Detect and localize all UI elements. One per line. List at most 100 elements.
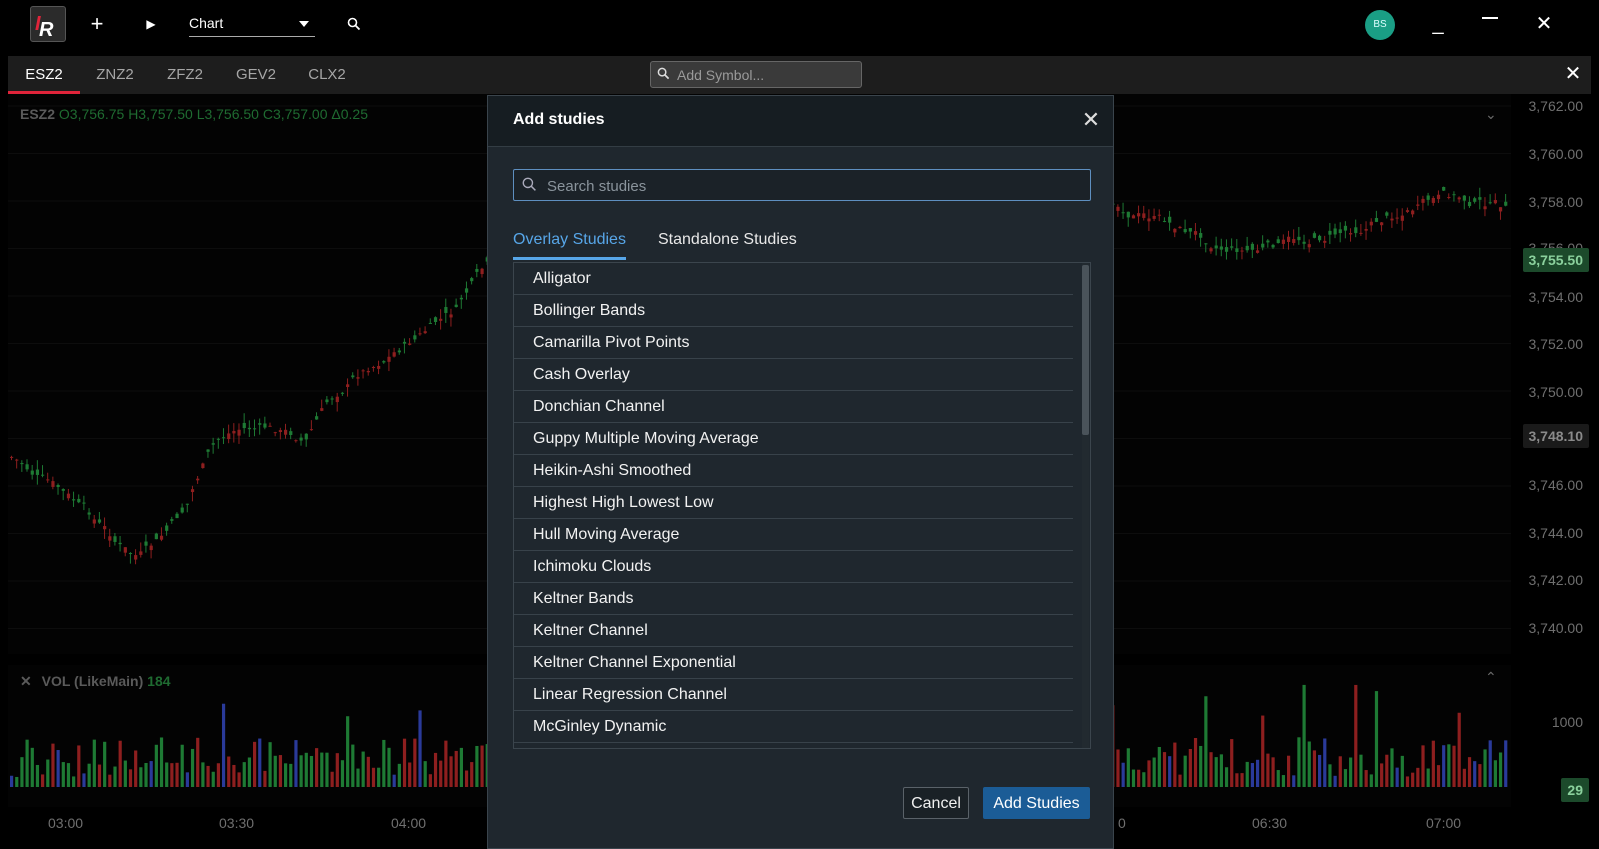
scrollbar-thumb[interactable] xyxy=(1082,265,1089,435)
volume-bar xyxy=(444,740,448,787)
candle-body xyxy=(232,430,236,434)
study-item[interactable]: Camarilla Pivot Points xyxy=(514,327,1073,359)
candle-body xyxy=(227,433,231,440)
study-item[interactable]: Alligator xyxy=(514,263,1073,295)
tab-znz2[interactable]: ZNZ2 xyxy=(80,56,150,94)
candle-body xyxy=(1467,201,1472,207)
candle-body xyxy=(278,430,283,433)
candle-body xyxy=(289,431,293,436)
volume-bar xyxy=(1168,756,1172,787)
minimize-button[interactable]: _ xyxy=(1421,8,1455,40)
cancel-button[interactable]: Cancel xyxy=(903,787,969,819)
candle-body xyxy=(1137,213,1141,217)
study-item[interactable]: McGinley Dynamic xyxy=(514,711,1073,743)
close-icon[interactable]: ✕ xyxy=(20,673,32,689)
studies-list[interactable]: Alligator Bollinger Bands Camarilla Pivo… xyxy=(513,262,1091,749)
study-item[interactable]: Keltner Bands xyxy=(514,583,1073,615)
volume-bar xyxy=(330,771,334,787)
add-symbol-search[interactable] xyxy=(650,61,862,88)
candle-body xyxy=(252,428,257,430)
expand-button[interactable]: ▶ xyxy=(137,10,165,38)
add-studies-button[interactable]: Add Studies xyxy=(983,787,1090,819)
close-window-button[interactable]: ✕ xyxy=(1527,8,1561,40)
user-avatar[interactable]: BS xyxy=(1365,10,1395,40)
volume-bar xyxy=(1385,754,1389,787)
study-item[interactable]: Linear Regression Channel xyxy=(514,679,1073,711)
tab-standalone-studies[interactable]: Standalone Studies xyxy=(658,231,797,257)
tab-clx2[interactable]: CLX2 xyxy=(292,56,362,94)
candle-body xyxy=(1473,198,1477,202)
volume-bar xyxy=(335,753,339,787)
study-item[interactable]: Hull Moving Average xyxy=(514,519,1073,551)
search-icon xyxy=(347,17,361,31)
tab-gev2[interactable]: GEV2 xyxy=(220,56,292,94)
price-axis[interactable]: 3,762.00 3,760.00 3,758.00 3,756.00 3,75… xyxy=(1511,94,1591,807)
volume-bar xyxy=(1240,773,1244,787)
volume-bar xyxy=(315,748,319,787)
candle-body xyxy=(175,513,179,519)
volume-bar xyxy=(304,752,308,787)
candle-body xyxy=(1416,204,1420,206)
volume-bar xyxy=(1374,691,1379,787)
study-item[interactable]: Bollinger Bands xyxy=(514,295,1073,327)
tab-zfz2[interactable]: ZFZ2 xyxy=(150,56,220,94)
candle-body xyxy=(30,470,34,475)
study-item[interactable]: Ichimoku Clouds xyxy=(514,551,1073,583)
add-window-button[interactable]: + xyxy=(83,10,111,38)
maximize-button[interactable] xyxy=(1473,8,1507,40)
candle-body xyxy=(423,331,427,334)
candle-body xyxy=(159,535,164,540)
candle-body xyxy=(1126,211,1130,218)
add-symbol-input[interactable] xyxy=(675,64,859,86)
volume-bar xyxy=(1281,775,1286,787)
study-search-input[interactable] xyxy=(545,175,1079,197)
candle-body xyxy=(382,361,386,363)
volume-bar xyxy=(1178,774,1182,787)
volume-bar xyxy=(273,755,277,787)
volume-bar xyxy=(1457,712,1461,787)
candle-body xyxy=(1193,231,1198,235)
caret-right-icon: ▶ xyxy=(146,17,156,31)
study-item[interactable]: Heikin-Ashi Smoothed xyxy=(514,455,1073,487)
study-item[interactable]: Keltner Channel xyxy=(514,615,1073,647)
volume-bar xyxy=(144,762,148,787)
volume-bar xyxy=(1116,749,1120,787)
layout-select[interactable]: Chart xyxy=(189,10,315,37)
candle-body xyxy=(1436,194,1441,200)
candle-body xyxy=(1411,210,1415,215)
tab-esz2[interactable]: ESZ2 xyxy=(8,56,80,94)
volume-bar xyxy=(1137,769,1141,787)
study-search[interactable] xyxy=(513,169,1091,201)
volume-bar xyxy=(170,763,174,787)
study-item[interactable]: Keltner Channel Exponential xyxy=(514,647,1073,679)
close-icon: ✕ xyxy=(1564,63,1582,85)
candle-body xyxy=(1405,210,1410,212)
candle-body xyxy=(1462,195,1466,201)
volume-bar xyxy=(1338,756,1342,787)
study-item[interactable]: Donchian Channel xyxy=(514,391,1073,423)
close-dialog-button[interactable]: ✕ xyxy=(1079,108,1103,132)
candle-body xyxy=(1152,215,1156,219)
tab-overlay-studies[interactable]: Overlay Studies xyxy=(513,231,626,260)
list-scrollbar[interactable] xyxy=(1082,263,1089,748)
candle-body xyxy=(87,512,91,515)
candle-body xyxy=(299,437,303,441)
candle-body xyxy=(92,519,96,524)
candle-body xyxy=(361,370,365,372)
volume-bar xyxy=(51,743,55,787)
candle-body xyxy=(371,367,376,369)
volume-bar xyxy=(392,774,396,787)
volume-bar xyxy=(139,767,143,787)
chevron-up-icon[interactable]: ⌃ xyxy=(1485,669,1497,686)
candle-body xyxy=(304,433,308,440)
study-item[interactable]: Highest High Lowest Low xyxy=(514,487,1073,519)
chevron-down-icon[interactable]: ⌄ xyxy=(1485,106,1497,123)
volume-bar xyxy=(175,762,179,787)
candle-body xyxy=(1168,216,1172,223)
study-item[interactable]: Cash Overlay xyxy=(514,359,1073,391)
close-tab-strip-button[interactable]: ✕ xyxy=(1561,62,1585,86)
volume-bar xyxy=(227,756,231,787)
candle-body xyxy=(82,502,86,504)
study-item[interactable]: Guppy Multiple Moving Average xyxy=(514,423,1073,455)
search-button[interactable] xyxy=(340,10,368,38)
